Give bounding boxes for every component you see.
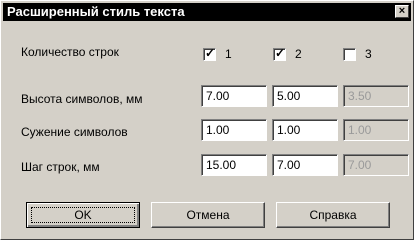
help-button[interactable]: Справка [276, 202, 390, 228]
line-count-checkbox-2-label: 2 [295, 47, 302, 61]
title-bar[interactable]: Расширенный стиль текста × [3, 3, 411, 21]
cancel-button[interactable]: Отмена [151, 202, 265, 228]
line-count-checkbox-1-label: 1 [225, 47, 232, 61]
char-narrowing-field-1[interactable]: 1.00 [201, 119, 267, 141]
char-narrowing-field-3: 1.00 [343, 119, 409, 141]
focus-rectangle [31, 207, 135, 223]
dialog-title: Расширенный стиль текста [7, 4, 185, 19]
line-count-checkbox-3-label: 3 [365, 47, 372, 61]
line-step-field-1[interactable]: 15.00 [201, 154, 267, 176]
char-height-label: Высота символов, мм [21, 92, 143, 106]
checkmark-icon: ✓ [275, 46, 286, 60]
char-narrowing-field-2[interactable]: 1.00 [272, 119, 338, 141]
char-height-field-2[interactable]: 5.00 [272, 85, 338, 107]
char-height-field-1[interactable]: 7.00 [201, 85, 267, 107]
dialog-window: Расширенный стиль текста × Количество ст… [0, 0, 414, 240]
close-icon: × [398, 5, 406, 17]
help-button-label: Справка [309, 208, 357, 222]
line-count-checkbox-3[interactable] [343, 48, 356, 61]
char-height-field-3: 3.50 [343, 85, 409, 107]
char-narrowing-label: Сужение символов [21, 125, 128, 139]
close-button[interactable]: × [395, 5, 409, 18]
line-count-label: Количество строк [21, 45, 119, 59]
line-step-field-3: 7.00 [343, 154, 409, 176]
cancel-button-label: Отмена [186, 208, 230, 222]
line-step-label: Шаг строк, мм [21, 160, 100, 174]
ok-button[interactable]: OK [26, 202, 140, 228]
line-step-field-2[interactable]: 7.00 [272, 154, 338, 176]
line-count-checkbox-1[interactable]: ✓ [203, 46, 216, 61]
checkmark-icon: ✓ [205, 46, 216, 60]
line-count-checkbox-2[interactable]: ✓ [273, 46, 286, 61]
